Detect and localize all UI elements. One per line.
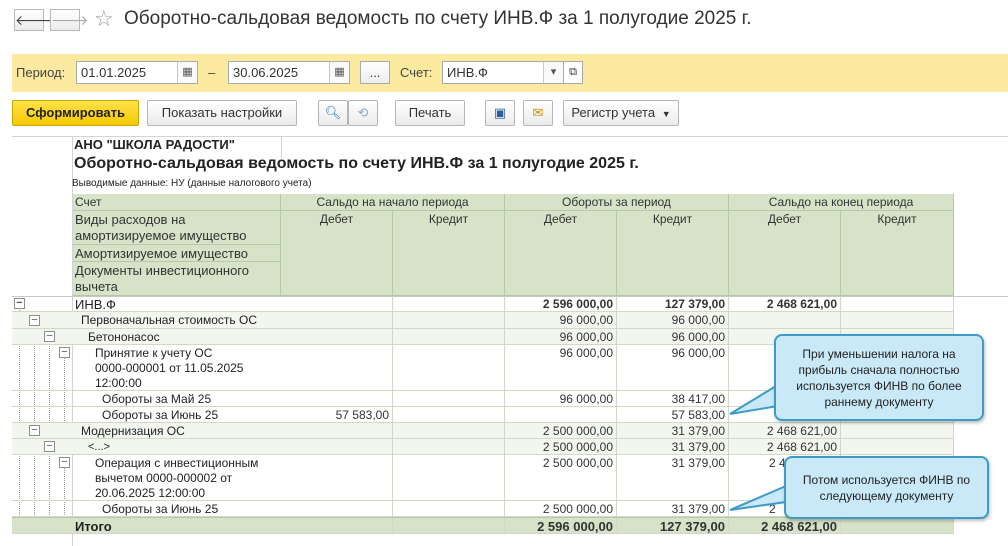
callout-earlier-document: При уменьшении налога на прибыль сначала… — [774, 334, 984, 421]
callout-next-document: Потом используется ФИНВ по следующему до… — [784, 456, 989, 519]
